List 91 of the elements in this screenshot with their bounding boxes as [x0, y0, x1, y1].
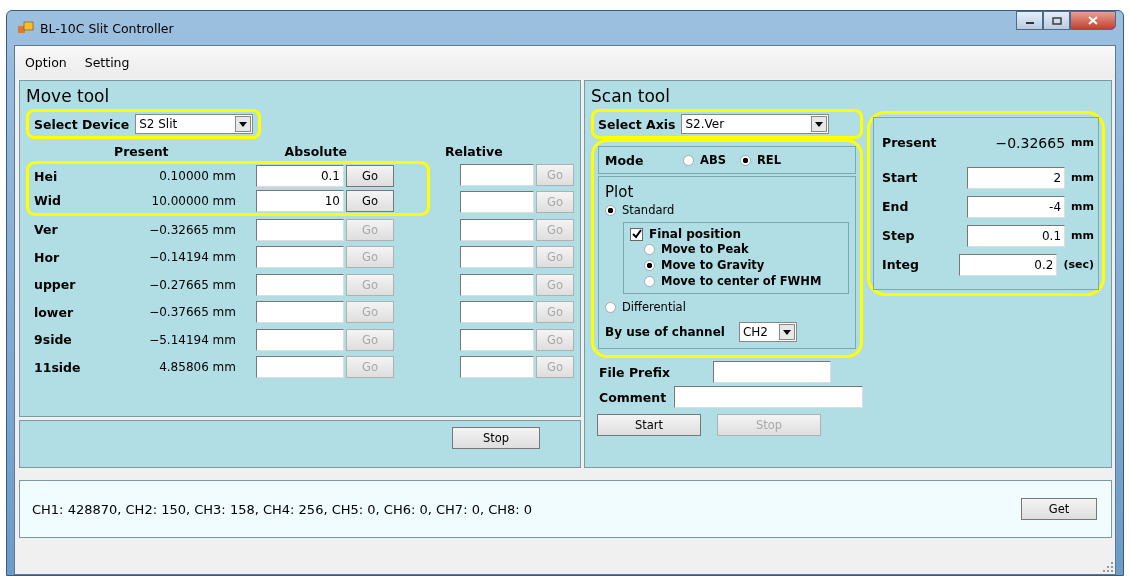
column-header: Present: [114, 143, 169, 159]
final-position-radio[interactable]: Move to center of FWHM: [630, 273, 842, 289]
relative-input[interactable]: [460, 246, 534, 269]
scan-button[interactable]: Start: [597, 414, 701, 436]
unit-label: mm: [1071, 171, 1094, 184]
axis-label: 11side: [34, 359, 82, 375]
parameter-input[interactable]: 2: [967, 166, 1066, 189]
column-header: Absolute: [284, 143, 347, 159]
parameter-input[interactable]: 0.2: [959, 253, 1058, 276]
absolute-input[interactable]: [256, 356, 344, 379]
parameter-input[interactable]: 0.1: [967, 224, 1066, 247]
axis-label: 9side: [34, 332, 73, 348]
caret-icon: [811, 116, 828, 132]
absolute-input[interactable]: 10: [256, 189, 344, 212]
relative-input[interactable]: [460, 301, 534, 324]
axis-label: upper: [34, 277, 77, 293]
relative-input[interactable]: [460, 328, 534, 351]
field-label: Comment: [599, 389, 667, 405]
menu-item[interactable]: Setting: [84, 54, 130, 70]
present-value: −0.37665 mm: [148, 305, 236, 320]
column-header: Relative: [444, 143, 503, 159]
app-icon: [18, 21, 34, 35]
field-label: Step: [882, 228, 916, 243]
field-label: File Prefix: [599, 364, 672, 380]
present-value: −0.27665 mm: [148, 277, 236, 292]
device-dropdown[interactable]: S2 Slit: [135, 114, 254, 134]
absolute-input[interactable]: [256, 328, 344, 351]
relative-input[interactable]: [460, 163, 534, 186]
close-button[interactable]: [1070, 11, 1116, 30]
field-label: By use of channel: [605, 325, 725, 339]
field-label: Present: [882, 135, 938, 150]
field-label: Select Device: [34, 116, 130, 132]
caret-icon: [235, 116, 252, 132]
axis-dropdown[interactable]: S2.Ver: [681, 114, 830, 134]
final-position-radio[interactable]: Move to Peak: [630, 241, 842, 257]
field-label: Integ: [882, 257, 920, 272]
axis-label: Hei: [34, 168, 59, 184]
mode-radio[interactable]: REL: [739, 153, 781, 167]
field-label: Select Axis: [598, 116, 676, 132]
stop-button[interactable]: Stop: [452, 427, 540, 449]
minimize-button[interactable]: [1016, 11, 1043, 30]
relative-input[interactable]: [460, 273, 534, 296]
file-prefix-input[interactable]: [713, 361, 831, 383]
plot-radio[interactable]: Standard: [605, 203, 849, 217]
absolute-input[interactable]: [256, 246, 344, 269]
relative-input[interactable]: [460, 356, 534, 379]
absolute-input[interactable]: 0.1: [256, 165, 344, 188]
comment-input[interactable]: [674, 386, 863, 408]
caret-icon: [778, 324, 795, 340]
final-position-radio[interactable]: Move to Gravity: [630, 257, 842, 273]
mode-radio[interactable]: ABS: [683, 153, 726, 167]
present-value: −0.32665: [994, 134, 1066, 151]
present-value: −0.14194 mm: [148, 250, 236, 265]
field-label: Mode: [605, 152, 645, 168]
close-icon: [1088, 16, 1098, 25]
final-position-checkbox[interactable]: Final position: [630, 227, 842, 241]
field-label: End: [882, 199, 910, 214]
channel-counts: CH1: 428870, CH2: 150, CH3: 158, CH4: 256, CH5: 0, CH6: 0, CH7: 0, CH8: 0: [32, 501, 533, 517]
absolute-input[interactable]: [256, 273, 344, 296]
parameter-input[interactable]: -4: [967, 195, 1066, 218]
field-label: Start: [882, 170, 919, 185]
axis-label: Hor: [34, 249, 61, 265]
present-value: 10.00000 mm: [150, 193, 236, 208]
present-value: 0.10000 mm: [158, 169, 236, 184]
resize-grip-icon: [1103, 562, 1113, 572]
go-button[interactable]: Go: [346, 165, 394, 188]
go-button[interactable]: Go: [346, 189, 394, 212]
absolute-input[interactable]: [256, 301, 344, 324]
present-value: 4.85806 mm: [158, 360, 236, 375]
unit-label: mm: [1071, 200, 1094, 213]
absolute-input[interactable]: [256, 218, 344, 241]
panel-title: Scan tool: [591, 85, 671, 108]
window-title: BL-10C Slit Controller: [40, 20, 174, 36]
maximize-icon: [1051, 16, 1062, 25]
panel-title: Move tool: [26, 85, 111, 108]
axis-label: lower: [34, 304, 75, 320]
unit-label: (sec): [1063, 258, 1094, 271]
relative-input[interactable]: [460, 218, 534, 241]
plot-radio[interactable]: Differential: [605, 300, 849, 314]
present-value: −5.14194 mm: [148, 332, 236, 347]
relative-input[interactable]: [460, 191, 534, 214]
present-value: −0.32665 mm: [148, 222, 236, 237]
menu-item[interactable]: Option: [25, 54, 67, 70]
unit-label: mm: [1071, 136, 1094, 149]
unit-label: mm: [1071, 229, 1094, 242]
axis-label: Wid: [34, 193, 63, 209]
maximize-button[interactable]: [1043, 11, 1070, 30]
channel-dropdown[interactable]: CH2: [738, 322, 797, 342]
group-title: Plot: [605, 182, 635, 203]
axis-label: Ver: [34, 222, 59, 238]
get-button[interactable]: Get: [1021, 498, 1097, 520]
